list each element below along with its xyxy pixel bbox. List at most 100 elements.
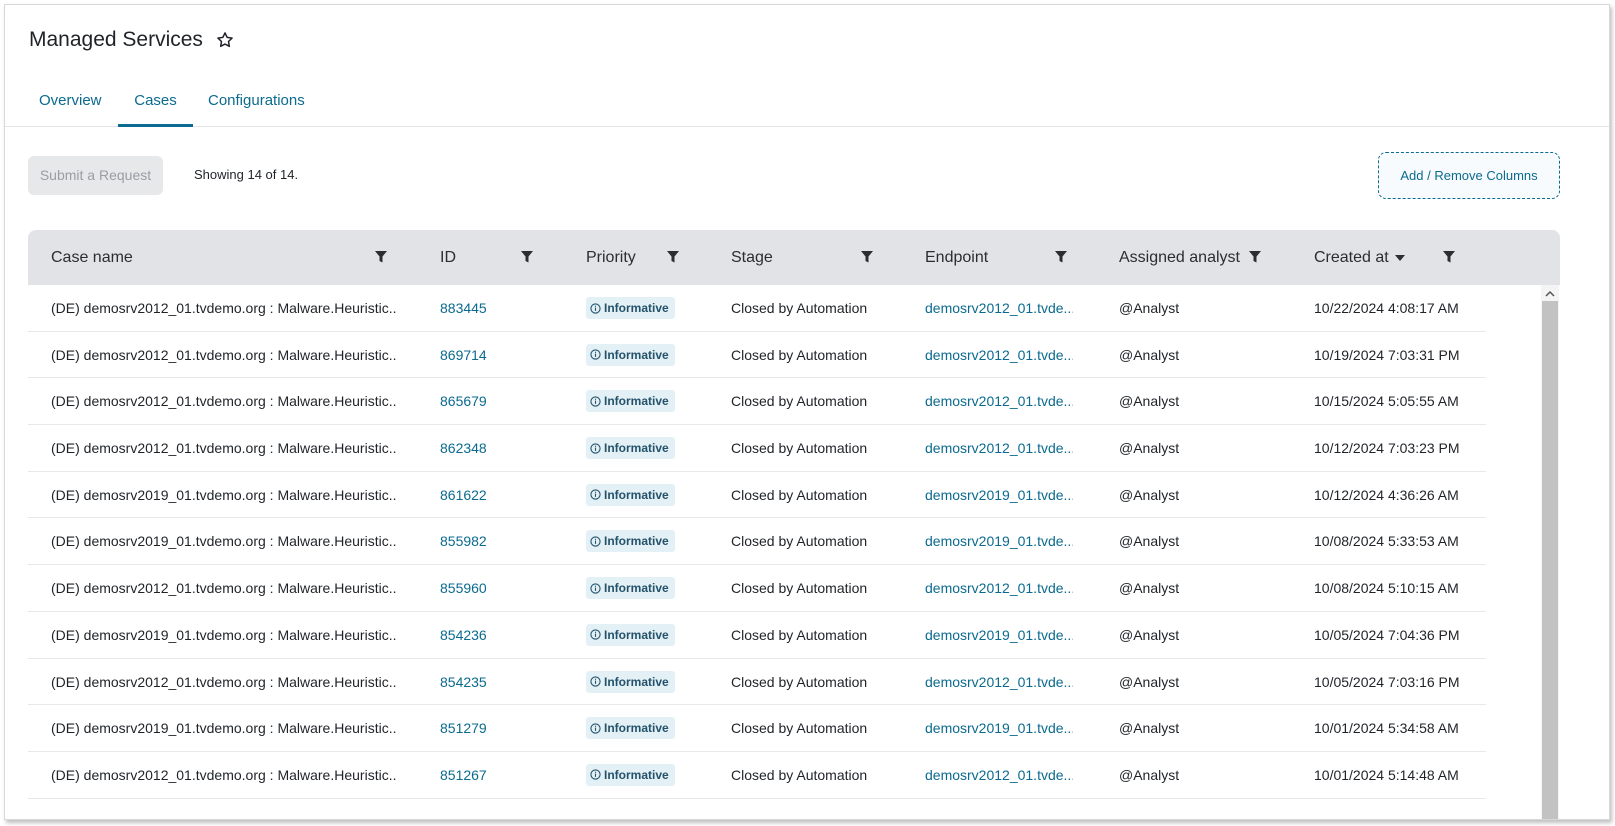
priority-badge: Informative <box>586 623 675 646</box>
endpoint-link[interactable]: demosrv2019_01.tvde... <box>925 472 1073 518</box>
column-header-case-name[interactable]: Case name <box>51 230 133 285</box>
case-name-cell[interactable]: (DE) demosrv2012_01.tvdemo.org : Malware… <box>51 659 396 705</box>
vertical-scrollbar[interactable] <box>1541 285 1559 819</box>
caret-down-icon <box>1394 254 1405 261</box>
table-row[interactable]: (DE) demosrv2019_01.tvdemo.org : Malware… <box>28 518 1486 566</box>
table-row[interactable]: (DE) demosrv2019_01.tvdemo.org : Malware… <box>28 705 1486 752</box>
endpoint-link[interactable]: demosrv2012_01.tvde... <box>925 565 1073 611</box>
table-row[interactable]: (DE) demosrv2019_01.tvdemo.org : Malware… <box>28 612 1486 659</box>
table-row[interactable]: (DE) demosrv2012_01.tvdemo.org : Malware… <box>28 752 1486 799</box>
created-at-cell: 10/22/2024 4:08:17 AM <box>1314 300 1459 316</box>
case-name-cell[interactable]: (DE) demosrv2012_01.tvdemo.org : Malware… <box>51 285 396 331</box>
filter-icon[interactable] <box>1248 250 1262 264</box>
info-circle-icon <box>590 723 604 734</box>
case-id-link[interactable]: 855982 <box>440 518 487 564</box>
filter-icon[interactable] <box>1054 250 1068 264</box>
priority-label: Informative <box>604 347 669 362</box>
table-row[interactable]: (DE) demosrv2012_01.tvdemo.org : Malware… <box>28 425 1486 472</box>
case-name-cell[interactable]: (DE) demosrv2019_01.tvdemo.org : Malware… <box>51 705 396 751</box>
priority-cell: Informative <box>586 717 675 740</box>
endpoint-link[interactable]: demosrv2012_01.tvde... <box>925 332 1073 378</box>
tab-configurations[interactable]: Configurations <box>208 79 305 127</box>
star-icon[interactable] <box>215 30 235 50</box>
assigned-analyst-cell: @Analyst <box>1119 673 1180 690</box>
table-row[interactable]: (DE) demosrv2012_01.tvdemo.org : Malware… <box>28 378 1486 426</box>
created-at-cell: 10/05/2024 7:03:16 PM <box>1314 673 1460 690</box>
case-name-cell[interactable]: (DE) demosrv2019_01.tvdemo.org : Malware… <box>51 472 396 518</box>
case-id-link[interactable]: 865679 <box>440 378 487 424</box>
info-circle-icon <box>590 536 604 547</box>
priority-cell: Informative <box>586 483 675 506</box>
column-header-endpoint[interactable]: Endpoint <box>925 230 988 285</box>
case-name-cell[interactable]: (DE) demosrv2019_01.tvdemo.org : Malware… <box>51 518 396 564</box>
endpoint-link[interactable]: demosrv2019_01.tvde... <box>925 705 1073 751</box>
endpoint-link[interactable]: demosrv2019_01.tvde... <box>925 518 1073 564</box>
table-row[interactable]: (DE) demosrv2019_01.tvdemo.org : Malware… <box>28 472 1486 519</box>
case-name-cell[interactable]: (DE) demosrv2012_01.tvdemo.org : Malware… <box>51 378 396 424</box>
case-name-cell[interactable]: (DE) demosrv2012_01.tvdemo.org : Malware… <box>51 752 396 798</box>
column-header-id[interactable]: ID <box>440 230 456 285</box>
endpoint-link[interactable]: demosrv2012_01.tvde... <box>925 378 1073 424</box>
column-header-assigned-analyst[interactable]: Assigned analyst <box>1119 230 1240 285</box>
case-id-link[interactable]: 851279 <box>440 705 487 751</box>
endpoint-link[interactable]: demosrv2012_01.tvde... <box>925 425 1073 471</box>
case-id-link[interactable]: 854236 <box>440 612 487 658</box>
add-remove-columns-button[interactable]: Add / Remove Columns <box>1378 152 1560 199</box>
column-header-created-at[interactable]: Created at <box>1314 230 1405 285</box>
submit-request-button[interactable]: Submit a Request <box>28 156 163 195</box>
created-at-cell: 10/08/2024 5:33:53 AM <box>1314 533 1459 550</box>
column-header-priority[interactable]: Priority <box>586 230 636 285</box>
page-title: Managed Services <box>29 28 203 51</box>
endpoint-link[interactable]: demosrv2012_01.tvde... <box>925 659 1073 705</box>
column-header-label: Created at <box>1314 249 1389 266</box>
case-name-cell[interactable]: (DE) demosrv2012_01.tvdemo.org : Malware… <box>51 425 396 471</box>
tab-overview[interactable]: Overview <box>39 79 102 127</box>
table-row[interactable]: (DE) demosrv2012_01.tvdemo.org : Malware… <box>28 565 1486 612</box>
endpoint-link[interactable]: demosrv2012_01.tvde... <box>925 752 1073 798</box>
table-row[interactable]: (DE) demosrv2012_01.tvdemo.org : Malware… <box>28 332 1486 379</box>
priority-cell: Informative <box>586 343 675 366</box>
priority-cell: Informative <box>586 670 675 693</box>
chevron-up-icon[interactable] <box>1544 287 1556 299</box>
case-name-cell[interactable]: (DE) demosrv2019_01.tvdemo.org : Malware… <box>51 612 396 658</box>
info-circle-icon <box>590 349 604 360</box>
filter-icon[interactable] <box>1442 250 1456 264</box>
priority-badge: Informative <box>586 343 675 366</box>
priority-label: Informative <box>604 674 669 689</box>
case-id-link[interactable]: 869714 <box>440 332 487 378</box>
assigned-analyst-cell: @Analyst <box>1119 626 1180 643</box>
case-name-cell[interactable]: (DE) demosrv2012_01.tvdemo.org : Malware… <box>51 565 396 611</box>
table-row[interactable]: (DE) demosrv2012_01.tvdemo.org : Malware… <box>28 285 1486 332</box>
priority-cell: Informative <box>586 390 675 413</box>
info-circle-icon <box>590 442 604 454</box>
case-id-link[interactable]: 861622 <box>440 472 487 518</box>
info-circle-icon <box>590 582 604 594</box>
filter-icon[interactable] <box>666 250 680 264</box>
assigned-analyst-cell: @Analyst <box>1119 486 1180 503</box>
case-id-link[interactable]: 862348 <box>440 425 487 471</box>
assigned-analyst-cell: @Analyst <box>1119 580 1180 597</box>
case-id-link[interactable]: 855960 <box>440 565 487 611</box>
case-name-cell[interactable]: (DE) demosrv2012_01.tvdemo.org : Malware… <box>51 332 396 378</box>
priority-cell: Informative <box>586 577 675 600</box>
endpoint-link[interactable]: demosrv2019_01.tvde... <box>925 612 1073 658</box>
created-at-cell: 10/01/2024 5:14:48 AM <box>1314 766 1459 783</box>
filter-icon[interactable] <box>520 250 534 264</box>
case-id-link[interactable]: 851267 <box>440 752 487 798</box>
endpoint-link[interactable]: demosrv2012_01.tvde... <box>925 285 1073 331</box>
created-at-cell: 10/15/2024 5:05:55 AM <box>1314 393 1459 410</box>
stage-cell: Closed by Automation <box>731 346 868 363</box>
column-header-stage[interactable]: Stage <box>731 230 773 285</box>
case-id-link[interactable]: 854235 <box>440 659 487 705</box>
tab-cases[interactable]: Cases <box>118 79 193 127</box>
priority-label: Informative <box>604 394 669 409</box>
scrollbar-thumb[interactable] <box>1542 301 1558 819</box>
filter-icon[interactable] <box>860 250 874 264</box>
case-id-link[interactable]: 883445 <box>440 285 487 331</box>
priority-cell: Informative <box>586 437 675 460</box>
filter-icon[interactable] <box>374 250 388 264</box>
priority-label: Informative <box>604 767 669 782</box>
info-circle-icon <box>590 489 604 500</box>
priority-badge: Informative <box>586 297 675 319</box>
table-row[interactable]: (DE) demosrv2012_01.tvdemo.org : Malware… <box>28 659 1486 706</box>
